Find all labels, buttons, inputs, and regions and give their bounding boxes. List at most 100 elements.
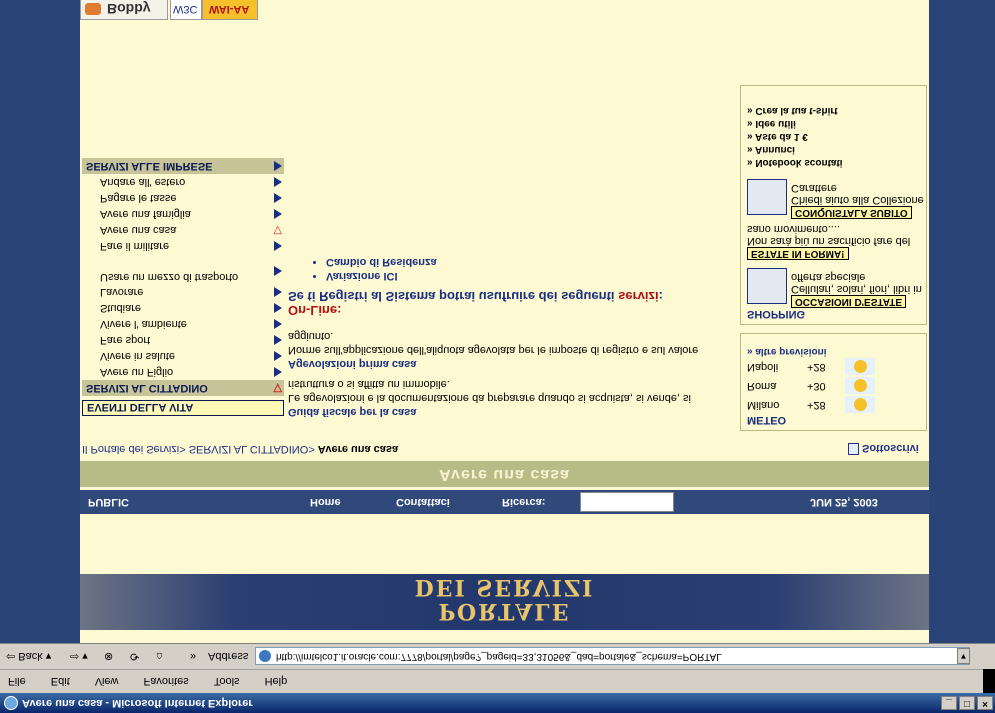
shop-link-annunci[interactable]: » Annunci: [747, 143, 926, 156]
service-residenza[interactable]: Cambio di Residenza: [326, 255, 736, 269]
meteo-row: Napoli +28: [741, 357, 926, 376]
throbber-icon: [983, 669, 995, 693]
menu-item-tasse[interactable]: Pagare le tasse: [82, 190, 284, 206]
menu-file[interactable]: File: [8, 669, 26, 693]
meteo-more-link[interactable]: » altre previsioni: [741, 346, 926, 357]
shirt-image: [747, 179, 787, 215]
shop-link-tshirt[interactable]: » Crea la tua t-shirt: [747, 104, 926, 117]
address-label: Address: [208, 650, 249, 662]
maximize-button[interactable]: □: [959, 696, 975, 710]
search-input[interactable]: [580, 492, 674, 512]
forward-button[interactable]: ⇨ ▾: [70, 643, 88, 669]
nav-public: PUBLIC: [88, 496, 129, 508]
meteo-box: METEO Milano +28 Roma +30 Napoli +28 » altr…: [740, 333, 927, 431]
shopping-head: SHOPPING: [747, 308, 806, 320]
banner-line2: DEI SERVIZI: [414, 574, 595, 600]
menu-edit[interactable]: Edit: [51, 669, 70, 693]
menu-item-ambiente[interactable]: Vivere l' ambiente: [82, 316, 284, 332]
breadcrumb: Il Portale dei Servizi> SERVIZI AL CITTA…: [82, 443, 399, 455]
subscribe-icon: [848, 443, 859, 455]
web-page: PORTALE DEI SERVIZI PUBLIC Home Contatta…: [80, 0, 929, 643]
shop-item[interactable]: CONQUISTALA SUBITO Chiedi aiuto alla Col…: [741, 175, 926, 219]
menu-item-figlio[interactable]: Avere un Figlio: [82, 364, 284, 380]
wai-badge[interactable]: WAI-AA: [202, 0, 258, 20]
partner-badges: Bobby W3C WAI-AA: [80, 0, 260, 20]
menu-tools[interactable]: Tools: [214, 669, 240, 693]
menu-view[interactable]: View: [95, 669, 119, 693]
search-label: Ricerca:: [502, 496, 546, 508]
toolbar-chevron-icon[interactable]: »: [190, 643, 196, 669]
address-input[interactable]: http://imtelco1.it.oracle.com:7778/porta…: [255, 647, 970, 665]
events-head[interactable]: EVENTI DELLA VITA: [82, 400, 284, 416]
home-icon[interactable]: ⌂: [156, 643, 163, 669]
link-guida-fiscale[interactable]: Guida fiscale per la casa: [288, 405, 736, 419]
title-bar: Avere una casa - Microsoft Internet Expl…: [0, 693, 995, 713]
meteo-head: METEO: [747, 414, 787, 426]
menu-item-lavorare[interactable]: Lavorare: [82, 284, 284, 300]
flower-image: [747, 268, 787, 304]
subscribe-link[interactable]: Sottoscrivi: [848, 442, 919, 455]
online-label: On-Line:: [288, 303, 342, 318]
banner-line1: PORTALE: [438, 598, 571, 624]
left-menu: EVENTI DELLA VITA SERVIZI AL CITTADINO ▽…: [82, 158, 284, 416]
desc-guida-fiscale: Le agevolazioni e la documentazione da p…: [288, 378, 691, 404]
shop-button-estate[interactable]: ESTATE IN FORMA!: [747, 247, 849, 260]
breadcrumb-root[interactable]: Il Portale dei Servizi: [82, 443, 179, 455]
minimize-button[interactable]: _: [941, 696, 957, 710]
service-ici[interactable]: Variazione ICI: [326, 269, 736, 283]
menu-item-sport[interactable]: Fare sport: [82, 332, 284, 348]
menu-bar: File Edit View Favorites Tools Help: [0, 669, 995, 693]
citizen-head[interactable]: SERVIZI AL CITTADINO ▽: [82, 380, 284, 396]
browser-window: Avere una casa - Microsoft Internet Expl…: [0, 0, 995, 713]
partly-cloudy-icon: [845, 396, 875, 413]
address-dropdown-icon[interactable]: ▼: [957, 648, 970, 664]
stop-icon[interactable]: ⊗: [104, 643, 113, 669]
refresh-icon[interactable]: ⟳: [130, 643, 139, 669]
menu-favorites[interactable]: Favorites: [144, 669, 189, 693]
toolbar: ⇦ Back ▾ ⇨ ▾ ⊗ ⟳ ⌂ » Address http://imte…: [0, 643, 995, 669]
bobby-badge[interactable]: Bobby: [80, 0, 168, 20]
close-button[interactable]: ×: [977, 696, 993, 710]
window-title: Avere una casa - Microsoft Internet Expl…: [22, 697, 253, 709]
services-list: Variazione ICI Cambio di Residenza: [326, 255, 736, 283]
menu-help[interactable]: Help: [265, 669, 288, 693]
meteo-row: Roma +30: [741, 376, 926, 395]
shop-estate-text: Non sarà più un sacrificio fare del sano…: [747, 223, 911, 247]
ie-icon: [4, 696, 18, 710]
register-text: Se ti Registri al Sistema potrai usufrui…: [288, 289, 663, 304]
page-icon: [259, 650, 271, 662]
main-content: Guida fiscale per la casa Le agevolazion…: [288, 255, 736, 419]
page-title: Avere una casa: [80, 461, 929, 487]
shop-link-idee[interactable]: » Idee utili: [747, 117, 926, 130]
portal-banner: PORTALE DEI SERVIZI: [80, 574, 929, 630]
menu-item-salute[interactable]: Vivere in salute: [82, 348, 284, 364]
shop-button-conquistala[interactable]: CONQUISTALA SUBITO: [791, 206, 912, 219]
shop-link-notebook[interactable]: » Notebook scontati: [747, 156, 926, 169]
shop-button-occasioni[interactable]: OCCASIONI D'ESTATE: [791, 295, 907, 308]
nav-contacts[interactable]: Contattaci: [396, 490, 450, 514]
partly-cloudy-icon: [845, 358, 875, 375]
breadcrumb-current: Avere una casa: [317, 443, 399, 455]
business-head[interactable]: SERVIZI ALLE IMPRESE: [82, 158, 284, 174]
menu-item-estero[interactable]: Andare all' estero: [82, 174, 284, 190]
shop-link-aste[interactable]: » Aste da 1 €: [747, 130, 926, 143]
menu-item-studiare[interactable]: Studiare: [82, 300, 284, 316]
menu-item-casa[interactable]: Avere una casa ▽: [82, 222, 284, 238]
menu-item-famiglia[interactable]: Avere una famiglia: [82, 206, 284, 222]
back-button[interactable]: ⇦ Back ▾: [6, 643, 51, 669]
meteo-row: Milano +28: [741, 395, 926, 414]
menu-item-militare[interactable]: Fare il militare: [82, 238, 284, 254]
sunny-icon: [845, 377, 875, 394]
nav-date: JUN 25, 2003: [810, 496, 878, 508]
shopping-box: SHOPPING OCCASIONI D'ESTATE Cellulari, s…: [740, 85, 927, 325]
menu-item-trasporto[interactable]: Usare un mezzo di trasporto: [82, 254, 284, 284]
desc-agevolazioni: Norme sull'applicazione dell'aliquota ag…: [288, 330, 699, 356]
address-url: http://imtelco1.it.oracle.com:7778/porta…: [276, 651, 722, 662]
shop-links: » Notebook scontati » Annunci » Aste da …: [741, 104, 926, 169]
shop-item[interactable]: OCCASIONI D'ESTATE Cellulari, solari, fi…: [741, 264, 926, 308]
w3c-badge[interactable]: W3C: [170, 0, 202, 20]
breadcrumb-section[interactable]: SERVIZI AL CITTADINO: [189, 443, 309, 455]
nav-home[interactable]: Home: [310, 490, 341, 514]
top-nav: PUBLIC Home Contattaci Ricerca: JUN 25, …: [80, 490, 929, 514]
link-agevolazioni[interactable]: Agevolazioni prima casa: [288, 357, 736, 371]
